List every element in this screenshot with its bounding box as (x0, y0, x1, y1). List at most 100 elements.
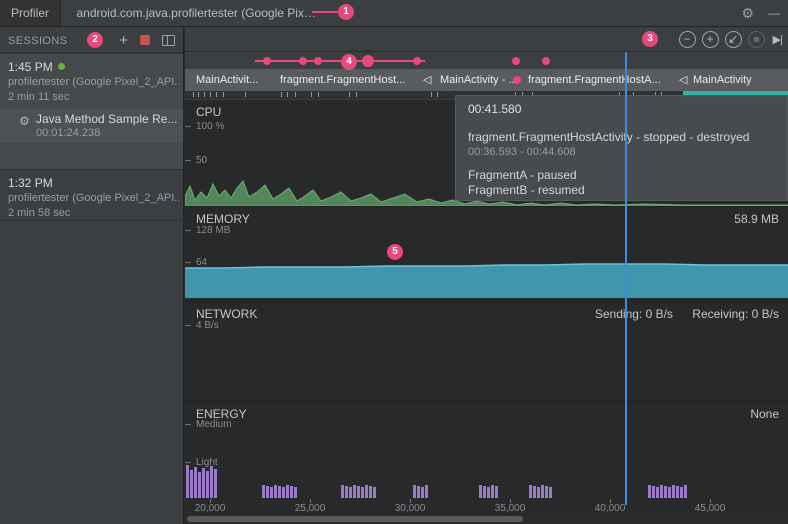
memory-usage-chart (185, 261, 788, 301)
method-trace-icon: ⚙ (19, 114, 30, 128)
session-duration: 2 min 11 sec (8, 91, 70, 103)
energy-bar (648, 485, 651, 498)
lifecycle-tick (287, 92, 288, 97)
energy-bar (684, 485, 687, 498)
energy-bar (361, 487, 364, 498)
energy-bar (541, 485, 544, 498)
energy-bar (652, 486, 655, 498)
session-item-1[interactable]: 1:45 PM profilertester (Google Pixel_2_A… (0, 53, 183, 169)
zoom-out-button[interactable]: − (679, 31, 696, 48)
activity-event-dot (512, 57, 520, 65)
time-axis-label: 25,000 (295, 503, 326, 514)
energy-bar (206, 471, 209, 498)
lifecycle-tick (311, 92, 312, 97)
lifecycle-tick (431, 92, 432, 97)
panel-layout-icon[interactable] (162, 35, 175, 46)
energy-bar (529, 485, 532, 498)
energy-bar (369, 486, 372, 498)
energy-bar (365, 485, 368, 498)
session-item-2[interactable]: 1:32 PM profilertester (Google Pixel_2_A… (0, 169, 183, 221)
zoom-controls: − + ↙ ▶| (679, 31, 782, 48)
stop-session-button[interactable] (140, 35, 150, 45)
tab-profiler[interactable]: Profiler (0, 0, 61, 26)
horizontal-scrollbar[interactable] (185, 515, 788, 524)
lifecycle-tick (204, 92, 205, 97)
session-artifact-item[interactable]: ⚙ Java Method Sample Re... 00:01:24.238 (0, 109, 183, 143)
memory-axis-128: 128 MB (196, 225, 230, 236)
activity-event-dot (299, 57, 307, 65)
artifact-time-range: 00:01:24.238 (36, 127, 100, 139)
lifecycle-tick (245, 92, 246, 97)
energy-bar (345, 486, 348, 498)
activity-label: fragment.FragmentHost... (280, 74, 405, 86)
activity-event-strip[interactable] (185, 52, 788, 69)
zoom-in-button[interactable]: + (702, 31, 719, 48)
tooltip-fragment-a: FragmentA - paused (468, 168, 577, 182)
time-axis-label: 40,000 (595, 503, 626, 514)
activity-lifecycle-row[interactable]: MainActivit... fragment.FragmentHost... … (185, 69, 788, 91)
energy-bar (676, 486, 679, 498)
energy-section[interactable]: ENERGY None Medium Light (185, 401, 788, 499)
titlebar: Profiler android.com.java.profilertester… (0, 0, 788, 27)
cpu-title: CPU (196, 105, 221, 119)
network-axis-4bs: 4 B/s (196, 320, 219, 331)
sessions-panel: SESSIONS + 2 1:45 PM profilertester (Goo… (0, 27, 184, 524)
axis-tick (185, 424, 191, 425)
energy-bar (537, 487, 540, 498)
lifecycle-tick (295, 92, 296, 97)
energy-bar (425, 485, 428, 498)
time-axis-label: 20,000 (195, 503, 226, 514)
session-duration: 2 min 58 sec (8, 207, 70, 219)
lifecycle-tick (318, 92, 319, 97)
energy-bar (417, 486, 420, 498)
memory-section[interactable]: MEMORY 58.9 MB 128 MB 64 (185, 206, 788, 301)
energy-bar (278, 486, 281, 498)
lifecycle-tick (349, 92, 350, 97)
hide-window-icon[interactable]: — (768, 6, 780, 20)
frame-selection-button[interactable] (748, 31, 765, 48)
energy-bar (483, 486, 486, 498)
axis-tick (185, 160, 191, 161)
energy-bar (194, 467, 197, 498)
go-live-button[interactable]: ▶| (773, 33, 782, 46)
cpu-axis-50: 50 (196, 155, 207, 166)
energy-bar (210, 466, 213, 498)
event-tooltip: 00:41.580 fragment.FragmentHostActivity … (455, 95, 788, 201)
event-range-line (255, 60, 425, 62)
time-axis-label: 35,000 (495, 503, 526, 514)
energy-bar (421, 487, 424, 498)
session-time: 1:45 PM (8, 60, 65, 74)
energy-bar (270, 487, 273, 498)
energy-bar (357, 486, 360, 498)
activity-event-dot (362, 55, 374, 67)
sessions-header: SESSIONS + 2 (0, 27, 183, 53)
axis-tick (185, 325, 191, 326)
energy-bar (202, 468, 205, 498)
activity-label: fragment.FragmentHostA... (528, 74, 661, 86)
energy-bar (668, 487, 671, 498)
energy-current-value: None (750, 407, 779, 421)
memory-current-value: 58.9 MB (734, 212, 779, 226)
reset-zoom-button[interactable]: ↙ (725, 31, 742, 48)
tab-session[interactable]: android.com.java.profilertester (Google … (65, 0, 333, 26)
time-axis-label: 45,000 (695, 503, 726, 514)
settings-gear-icon[interactable]: ⚙ (741, 5, 754, 22)
energy-bar (262, 485, 265, 498)
lifecycle-tick (198, 92, 199, 97)
network-section[interactable]: NETWORK Sending: 0 B/s Receiving: 0 B/s … (185, 301, 788, 401)
energy-bar (533, 486, 536, 498)
energy-bar (487, 487, 490, 498)
time-axis-label: 30,000 (395, 503, 426, 514)
energy-bar (282, 487, 285, 498)
energy-bar (294, 487, 297, 498)
lifecycle-tick (210, 92, 211, 97)
energy-bar (198, 472, 201, 498)
time-axis: 20,000 25,000 30,000 35,000 40,000 45,000 (185, 499, 788, 515)
add-session-button[interactable]: + (119, 33, 128, 48)
session-device: profilertester (Google Pixel_2_API... (8, 192, 179, 204)
scrollbar-thumb[interactable] (187, 516, 523, 522)
tooltip-range: 00:36.593 - 00:44.608 (468, 146, 576, 158)
activity-label: MainActivity - ... (440, 74, 518, 86)
profiler-main: − + ↙ ▶| 3 4 MainActivit... fragment.Fra… (185, 27, 788, 524)
energy-usage-chart (185, 460, 788, 498)
